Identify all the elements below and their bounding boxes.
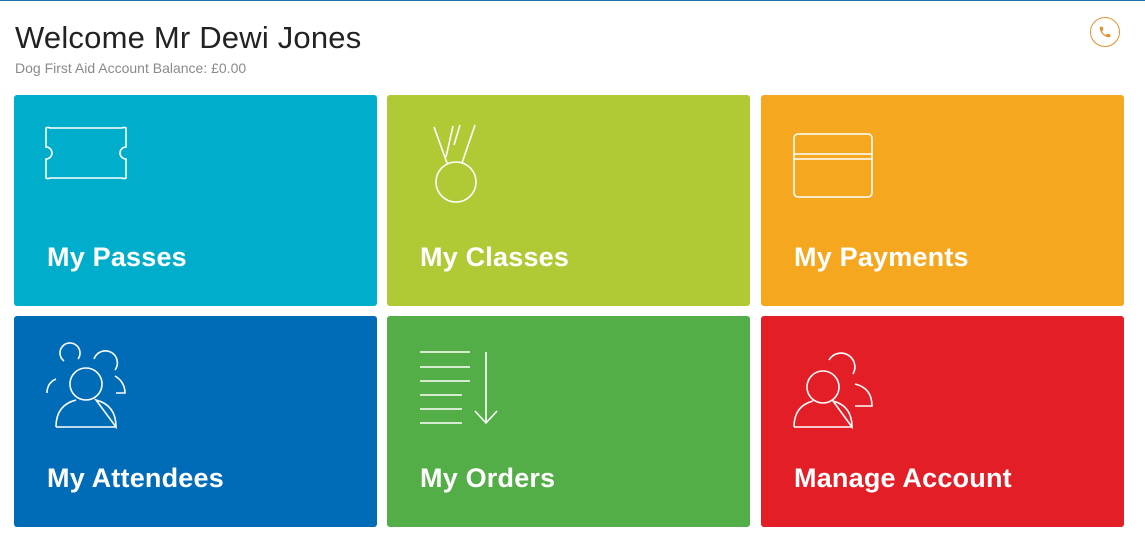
tile-label: My Passes <box>47 242 187 272</box>
credit-card-icon <box>789 121 879 211</box>
tile-manage-account[interactable]: Manage Account <box>761 316 1124 527</box>
tile-label: Manage Account <box>794 463 1012 493</box>
tile-my-orders[interactable]: My Orders <box>387 316 750 527</box>
list-download-icon <box>415 342 505 432</box>
tile-label: My Classes <box>420 242 570 272</box>
medal-icon <box>415 121 505 211</box>
ticket-icon <box>42 121 132 211</box>
tile-my-passes[interactable]: My Passes <box>14 95 377 306</box>
phone-icon <box>1099 26 1111 38</box>
phone-button[interactable] <box>1090 17 1120 47</box>
page-header: Welcome Mr Dewi Jones Dog First Aid Acco… <box>15 20 361 76</box>
page-title: Welcome Mr Dewi Jones <box>15 20 362 55</box>
tile-label: My Attendees <box>47 463 224 493</box>
tile-my-payments[interactable]: My Payments <box>761 95 1124 306</box>
tile-label: My Payments <box>794 242 969 272</box>
tile-my-classes[interactable]: My Classes <box>387 95 750 306</box>
top-rule <box>0 0 1145 1</box>
account-balance: Dog First Aid Account Balance: £0.00 <box>15 60 247 76</box>
group-users-icon <box>42 342 132 432</box>
tile-label: My Orders <box>420 463 556 493</box>
tile-my-attendees[interactable]: My Attendees <box>14 316 377 527</box>
users-icon <box>789 342 879 432</box>
